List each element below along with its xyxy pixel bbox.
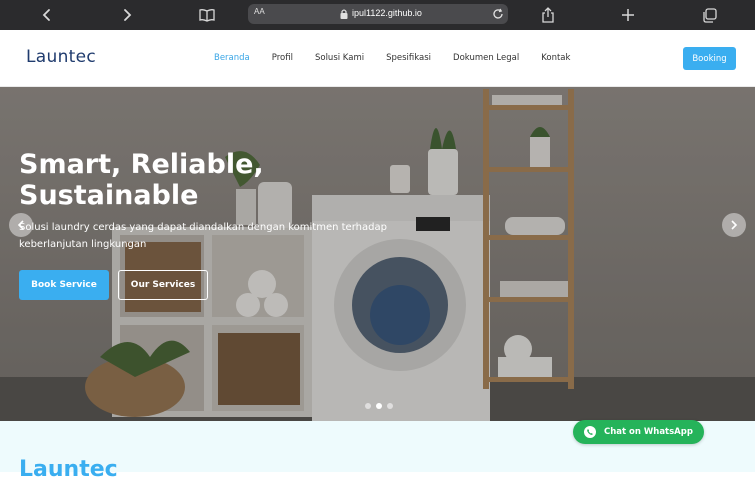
carousel-dot-1[interactable] — [365, 403, 371, 409]
whatsapp-label: Chat on WhatsApp — [604, 427, 693, 437]
nav-link-solusi-kami[interactable]: Solusi Kami — [315, 53, 364, 63]
chevron-left-icon[interactable] — [36, 4, 58, 26]
chevron-right-icon — [731, 220, 738, 230]
browser-toolbar: AA ipul1122.github.io — [0, 0, 755, 30]
nav-links: Beranda Profil Solusi Kami Spesifikasi D… — [214, 53, 592, 63]
hero-carousel: Smart, Reliable, Sustainable Solusi laun… — [0, 87, 755, 421]
book-service-button[interactable]: Book Service — [19, 270, 109, 300]
section-title: Launtec — [19, 457, 118, 482]
reload-icon[interactable] — [490, 6, 506, 22]
carousel-dot-2[interactable] — [376, 403, 382, 409]
nav-link-beranda[interactable]: Beranda — [214, 53, 250, 63]
lock-icon — [340, 9, 348, 19]
chevron-left-icon — [17, 220, 24, 230]
nav-link-profil[interactable]: Profil — [272, 53, 293, 63]
carousel-next-button[interactable] — [722, 213, 746, 237]
nav-link-spesifikasi[interactable]: Spesifikasi — [386, 53, 431, 63]
carousel-indicators — [365, 403, 393, 409]
chevron-right-icon[interactable] — [116, 4, 138, 26]
our-services-button[interactable]: Our Services — [118, 270, 208, 300]
carousel-prev-button[interactable] — [9, 213, 33, 237]
nav-link-kontak[interactable]: Kontak — [541, 53, 570, 63]
site-logo[interactable]: Launtec — [26, 47, 96, 67]
plus-icon[interactable] — [617, 4, 639, 26]
share-icon[interactable] — [537, 4, 559, 26]
book-icon[interactable] — [196, 4, 218, 26]
text-size-button[interactable]: AA — [254, 7, 265, 16]
nav-link-dokumen-legal[interactable]: Dokumen Legal — [453, 53, 519, 63]
whatsapp-chat-button[interactable]: Chat on WhatsApp — [573, 420, 704, 444]
address-bar[interactable]: AA ipul1122.github.io — [248, 4, 508, 24]
hero-title: Smart, Reliable, Sustainable — [19, 149, 264, 211]
booking-button[interactable]: Booking — [683, 47, 736, 70]
tabs-icon[interactable] — [698, 4, 720, 26]
site-navbar: Launtec Beranda Profil Solusi Kami Spesi… — [0, 30, 755, 87]
url-text: ipul1122.github.io — [352, 8, 422, 18]
hero-background-image — [0, 87, 755, 421]
carousel-dot-3[interactable] — [387, 403, 393, 409]
hero-subtitle: Solusi laundry cerdas yang dapat diandal… — [19, 222, 387, 250]
whatsapp-icon — [584, 426, 596, 438]
